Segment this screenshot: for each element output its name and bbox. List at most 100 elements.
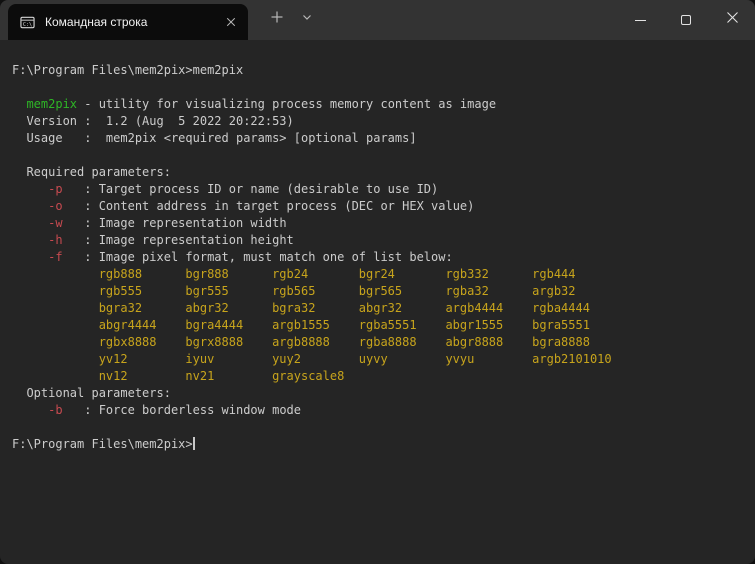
new-tab-button[interactable] [262,5,292,33]
terminal-window: C:\ Командная строка F:\Program Files\me… [0,0,755,564]
terminal-text-segment: : Content address in target process (DEC… [62,199,475,213]
terminal-text-segment: nv12 [98,369,128,383]
terminal-line: Version : 1.2 (Aug 5 2022 20:22:53) [12,113,743,130]
terminal-text-segment: bgra32 [98,301,143,315]
terminal-text-segment: bgra32 [272,301,316,315]
terminal-line: yv12 iyuv yuy2 uyvy yvyu argb2101010 [12,351,743,368]
terminal-text-segment: bgr24 [358,267,395,281]
terminal-text-segment: : Image representation width [62,216,287,230]
terminal-text-segment: bgra8888 [532,335,590,349]
terminal-text-segment: yvyu [445,352,475,366]
terminal-text-segment: : Image pixel format, must match one of … [62,250,453,264]
terminal-text-segment: bgr888 [185,267,229,281]
plus-icon [271,10,283,28]
terminal-text-segment: abgr4444 [98,318,157,332]
terminal-line: rgb555 bgr555 rgb565 bgr565 rgba32 argb32 [12,283,743,300]
terminal-text-segment: Optional parameters: [12,386,171,400]
terminal-text-segment: rgb565 [272,284,316,298]
window-controls [617,0,755,40]
close-icon [726,11,739,29]
cmd-window-icon: C:\ [20,15,35,30]
terminal-line: F:\Program Files\mem2pix>mem2pix [12,62,743,79]
terminal-text-segment: abgr32 [185,301,229,315]
terminal-text-segment: rgb24 [272,267,309,281]
terminal-text-segment: iyuv [185,352,215,366]
terminal-line: -p : Target process ID or name (desirabl… [12,181,743,198]
terminal-text-segment: Required parameters: [12,165,171,179]
terminal-text-segment: uyvy [358,352,388,366]
terminal-line: F:\Program Files\mem2pix> [12,436,743,453]
terminal-line: -b : Force borderless window mode [12,402,743,419]
terminal-line: -o : Content address in target process (… [12,198,743,215]
terminal-text-segment: abgr8888 [445,335,504,349]
terminal-text-segment: abgr32 [358,301,403,315]
terminal-text-segment: rgb444 [532,267,576,281]
terminal-line: -f : Image pixel format, must match one … [12,249,743,266]
tab-close-button[interactable] [220,11,242,33]
terminal-text-segment: Version : 1.2 (Aug 5 2022 20:22:53) [12,114,294,128]
terminal-text-segment: yv12 [98,352,128,366]
terminal-text-segment: -b [48,403,63,417]
tab-title: Командная строка [45,15,148,29]
terminal-text-segment: rgb555 [98,284,143,298]
terminal-text-segment: rgb888 [98,267,143,281]
chevron-down-icon [301,10,313,28]
close-button[interactable] [709,0,755,40]
terminal-text-segment: rgba5551 [358,318,417,332]
terminal-text-segment: -w [48,216,63,230]
terminal-text-segment: -f [48,250,63,264]
minimize-icon [634,19,646,21]
terminal-line: mem2pix - utility for visualizing proces… [12,96,743,113]
text-cursor [192,437,195,450]
terminal-line: nv12 nv21 grayscale8 [12,368,743,385]
terminal-text-segment: yuy2 [272,352,301,366]
terminal-text-segment: F:\Program Files\mem2pix>mem2pix [12,63,244,77]
terminal-text-segment: nv21 [185,369,215,383]
terminal-output[interactable]: F:\Program Files\mem2pix>mem2pix mem2pix… [0,40,755,564]
terminal-line: abgr4444 bgra4444 argb1555 rgba5551 abgr1555… [12,317,743,334]
terminal-line: -h : Image representation height [12,232,743,249]
terminal-line: bgra32 abgr32 bgra32 abgr32 argb4444 rgba4444 [12,300,743,317]
terminal-text-segment: argb32 [532,284,576,298]
minimize-button[interactable] [617,0,663,40]
terminal-text-segment: bgr555 [185,284,229,298]
terminal-text-segment: : Target process ID or name (desirable t… [62,182,439,196]
tab-dropdown-button[interactable] [292,5,322,33]
terminal-text-segment: bgr565 [358,284,403,298]
terminal-text-segment: : Force borderless window mode [62,403,301,417]
tab-command-prompt[interactable]: C:\ Командная строка [8,4,248,40]
terminal-text-segment: argb8888 [272,335,330,349]
terminal-text-segment: -p [48,182,63,196]
terminal-text-segment: rgb332 [445,267,489,281]
terminal-text-segment: F:\Program Files\mem2pix> [12,437,193,451]
terminal-text-segment: grayscale8 [272,369,345,383]
terminal-line: Usage : mem2pix <required params> [optio… [12,130,743,147]
terminal-text-segment: bgrx8888 [185,335,244,349]
terminal-line: rgb888 bgr888 rgb24 bgr24 rgb332 rgb444 [12,266,743,283]
terminal-text-segment: -o [48,199,63,213]
terminal-text-segment: rgba32 [445,284,489,298]
maximize-button[interactable] [663,0,709,40]
terminal-text-segment: -h [48,233,63,247]
maximize-icon [681,15,691,25]
terminal-text-segment: bgra4444 [185,318,244,332]
terminal-text-segment: argb4444 [445,301,504,315]
terminal-text-segment: : Image representation height [62,233,294,247]
terminal-text-segment: mem2pix [26,97,78,111]
terminal-text-segment: argb2101010 [532,352,612,366]
